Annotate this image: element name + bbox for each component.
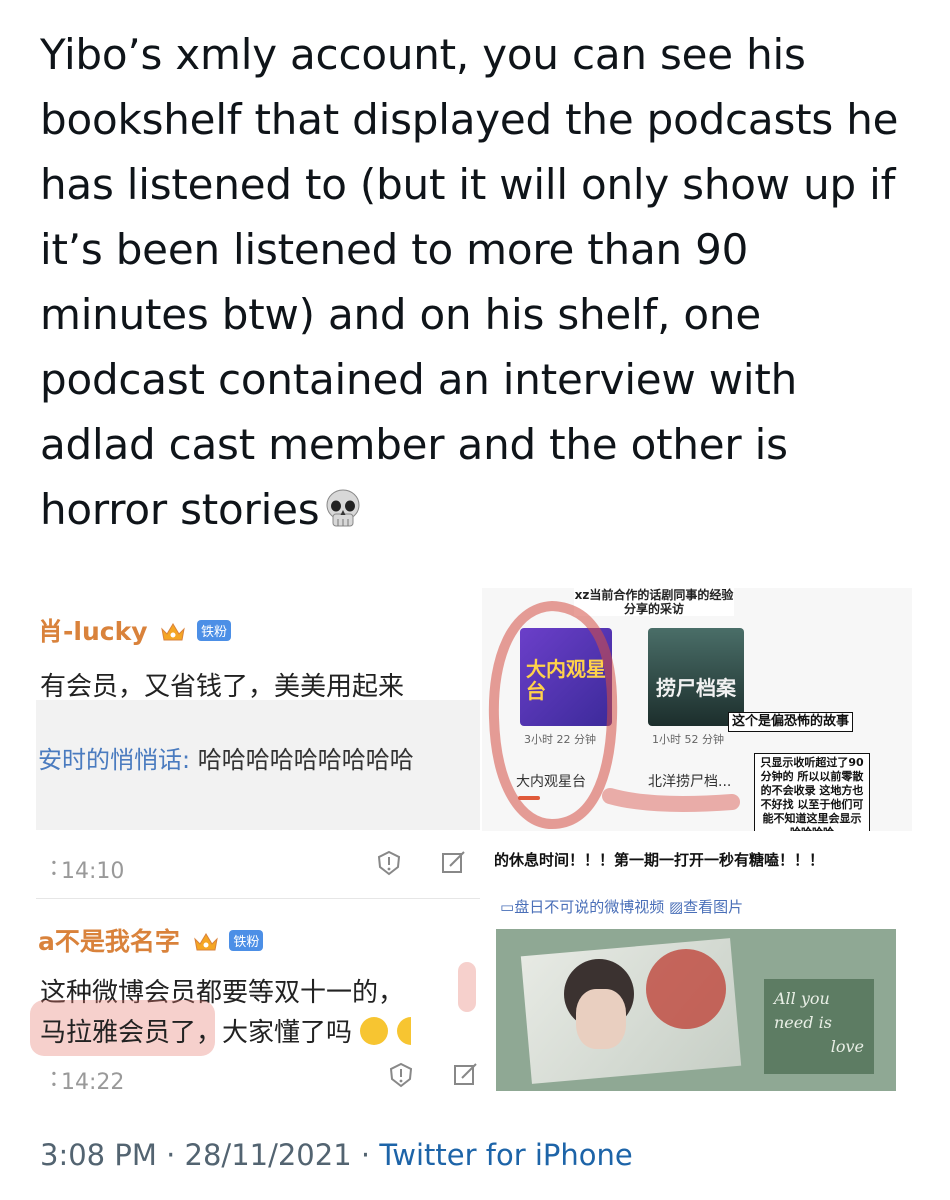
skull-emoji-icon (326, 489, 360, 527)
podcast-shelf-screenshot: xz当前合作的话剧同事的经验分享的采访 大内观星台 捞尸档案 3小时 22 分钟… (482, 588, 912, 831)
crying-emoji-icon (360, 1017, 389, 1045)
person-face (576, 989, 626, 1049)
divider (36, 898, 480, 899)
comment2-line2: 马拉雅会员了，大家懂了吗 (40, 1012, 411, 1049)
tweet-time[interactable]: 3:08 PM (40, 1138, 157, 1172)
overlay-line1: All you (774, 989, 830, 1008)
tweet-date[interactable]: 28/11/2021 (185, 1138, 352, 1172)
tweet-media[interactable]: 肖-lucky 铁粉 有会员，又省钱了，美美用起来 安时的悄悄话: 哈哈哈哈哈哈… (0, 575, 950, 1095)
weibo-comments-screenshot: 肖-lucky 铁粉 有会员，又省钱了，美美用起来 安时的悄悄话: 哈哈哈哈哈哈… (0, 590, 480, 1095)
fan-badge: 铁粉 (229, 930, 264, 951)
overlay-line2: need is (774, 1013, 832, 1032)
caption-text: 的休息时间！！！第一期一打开一秒有糖嗑！！！ (494, 851, 825, 869)
crown-icon (193, 933, 218, 951)
comment-edit-icon[interactable] (452, 1062, 478, 1088)
photo-link[interactable]: 查看图片 (683, 898, 743, 916)
crown-icon (161, 623, 185, 641)
report-icon[interactable] (376, 850, 402, 876)
tweet-text: Yibo’s xmly account, you can see his boo… (40, 30, 899, 534)
tweet-footer: 3:08 PM · 28/11/2021 · Twitter for iPhon… (40, 1138, 633, 1172)
comment1-time: ︓ 14:10 (38, 859, 125, 884)
red-foliage (646, 949, 726, 1029)
image-icon: ▨ (668, 898, 684, 916)
comment2-username: a不是我名字 铁粉 (38, 922, 264, 958)
report-icon[interactable] (388, 1062, 414, 1088)
comment1-text: 有会员，又省钱了，美美用起来 (40, 672, 405, 702)
red-circle-annotation (488, 600, 740, 830)
crying-emoji-icon (396, 1017, 411, 1045)
fan-badge: 铁粉 (196, 620, 231, 641)
highlight-mark (458, 962, 476, 1012)
weibo-caption-strip: 的休息时间！！！第一期一打开一秒有糖嗑！！！ (494, 847, 914, 877)
tweet-source-app[interactable]: Twitter for iPhone (379, 1138, 632, 1172)
comment-edit-icon[interactable] (440, 850, 466, 876)
photo-image[interactable]: All you need is love (496, 929, 896, 1091)
comment2-time: ︓ 14:22 (38, 1070, 125, 1095)
reply-text: 安时的悄悄话: 哈哈哈哈哈哈哈哈哈 (38, 746, 414, 774)
video-icon: ▭ (500, 898, 515, 916)
video-link[interactable]: 盘日不可说的微博视频 (514, 898, 664, 916)
comment1-username: 肖-lucky 铁粉 (38, 612, 231, 648)
weibo-links: ▭盘日不可说的微博视频 ▨查看图片 (500, 896, 743, 917)
overlay-line3: love (830, 1037, 864, 1056)
text-card: All you need is love (764, 979, 874, 1074)
